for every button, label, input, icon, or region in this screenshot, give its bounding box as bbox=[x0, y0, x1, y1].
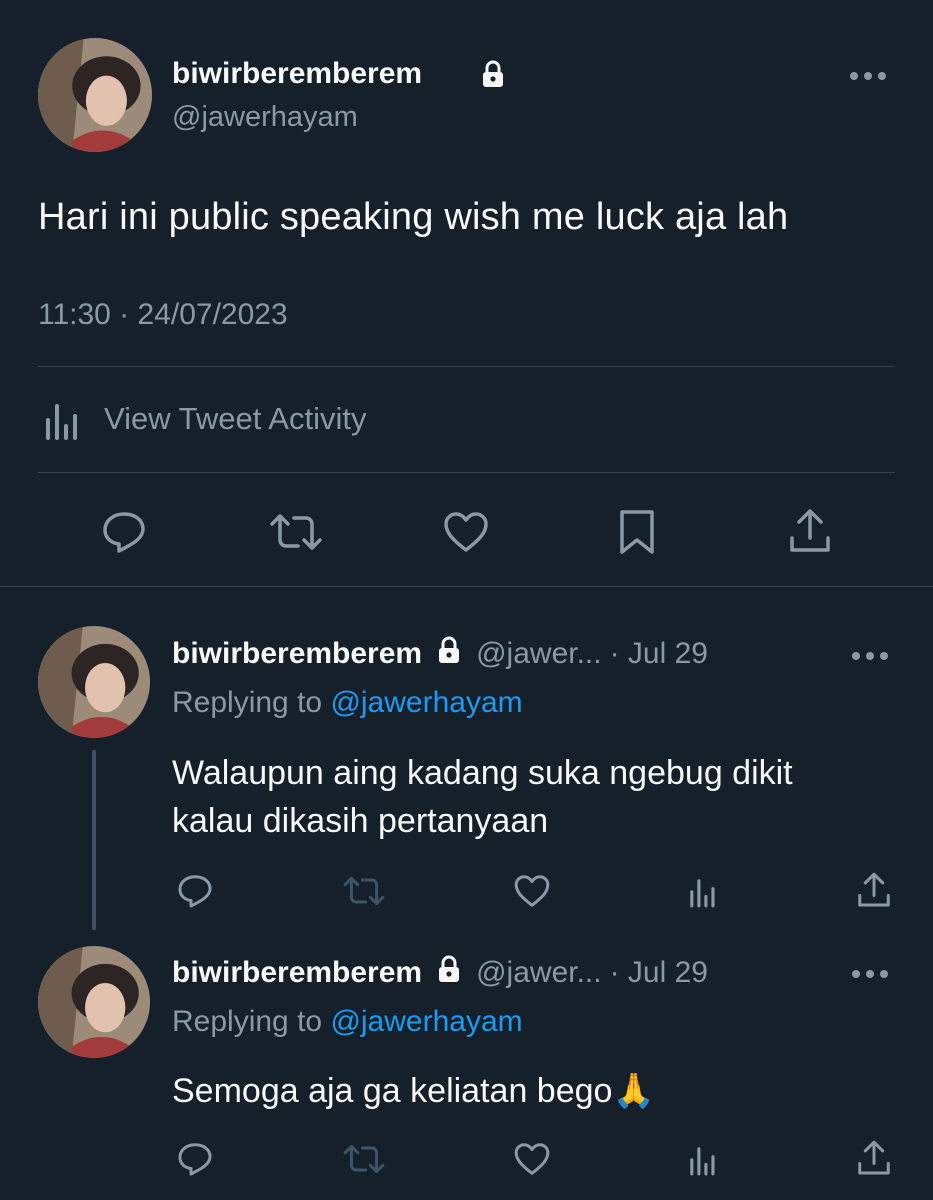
display-name[interactable]: biwirberemberem bbox=[172, 956, 422, 990]
bookmark-icon[interactable] bbox=[617, 508, 657, 556]
activity-label: View Tweet Activity bbox=[104, 401, 367, 436]
tweet-text: Hari ini public speaking wish me luck aj… bbox=[38, 196, 789, 238]
display-name[interactable]: biwirberemberem bbox=[172, 57, 422, 91]
analytics-icon[interactable] bbox=[684, 1140, 720, 1178]
more-options-icon[interactable] bbox=[852, 970, 888, 978]
more-options-icon[interactable] bbox=[852, 652, 888, 660]
like-icon[interactable] bbox=[512, 872, 552, 910]
reply-text-line: kalau dikasih pertanyaan bbox=[172, 802, 549, 840]
analytics-icon[interactable] bbox=[684, 872, 720, 910]
post-date[interactable]: · Jul 29 bbox=[610, 956, 708, 990]
reply-icon[interactable] bbox=[100, 508, 148, 556]
handle[interactable]: @jawer... bbox=[476, 956, 602, 990]
share-icon[interactable] bbox=[855, 870, 893, 910]
reply-text: Semoga aja ga keliatan bego🙏 bbox=[172, 1072, 655, 1110]
like-icon[interactable] bbox=[512, 1140, 552, 1178]
lock-icon bbox=[436, 955, 462, 991]
replying-to-label: Replying to bbox=[172, 686, 323, 719]
more-options-icon[interactable] bbox=[850, 72, 886, 80]
divider bbox=[38, 366, 895, 367]
view-tweet-activity-button[interactable]: View Tweet Activity bbox=[38, 396, 366, 442]
reply-text-line: Walaupun aing kadang suka ngebug dikit bbox=[172, 754, 793, 792]
avatar[interactable] bbox=[38, 38, 152, 152]
like-icon[interactable] bbox=[441, 508, 491, 556]
retweet-icon[interactable] bbox=[342, 872, 386, 910]
analytics-icon bbox=[38, 396, 84, 442]
replying-to-label: Replying to bbox=[172, 1005, 323, 1038]
post-date[interactable]: · Jul 29 bbox=[610, 637, 708, 671]
handle[interactable]: @jawerhayam bbox=[172, 101, 358, 134]
share-icon[interactable] bbox=[855, 1138, 893, 1178]
avatar[interactable] bbox=[38, 946, 150, 1058]
lock-icon bbox=[436, 636, 462, 672]
timestamp[interactable]: 11:30 · 24/07/2023 bbox=[38, 298, 288, 332]
share-icon[interactable] bbox=[786, 506, 834, 556]
display-name[interactable]: biwirberemberem bbox=[172, 637, 422, 671]
section-divider bbox=[0, 586, 933, 587]
retweet-icon[interactable] bbox=[268, 508, 324, 556]
retweet-icon[interactable] bbox=[342, 1140, 386, 1178]
replying-to-link[interactable]: @jawerhayam bbox=[330, 686, 522, 719]
lock-icon bbox=[480, 60, 506, 93]
reply-icon[interactable] bbox=[176, 872, 214, 910]
divider bbox=[38, 472, 895, 473]
thread-line bbox=[92, 750, 96, 930]
avatar[interactable] bbox=[38, 626, 150, 738]
reply-icon[interactable] bbox=[176, 1140, 214, 1178]
replying-to-link[interactable]: @jawerhayam bbox=[330, 1005, 522, 1038]
handle[interactable]: @jawer... bbox=[476, 637, 602, 671]
